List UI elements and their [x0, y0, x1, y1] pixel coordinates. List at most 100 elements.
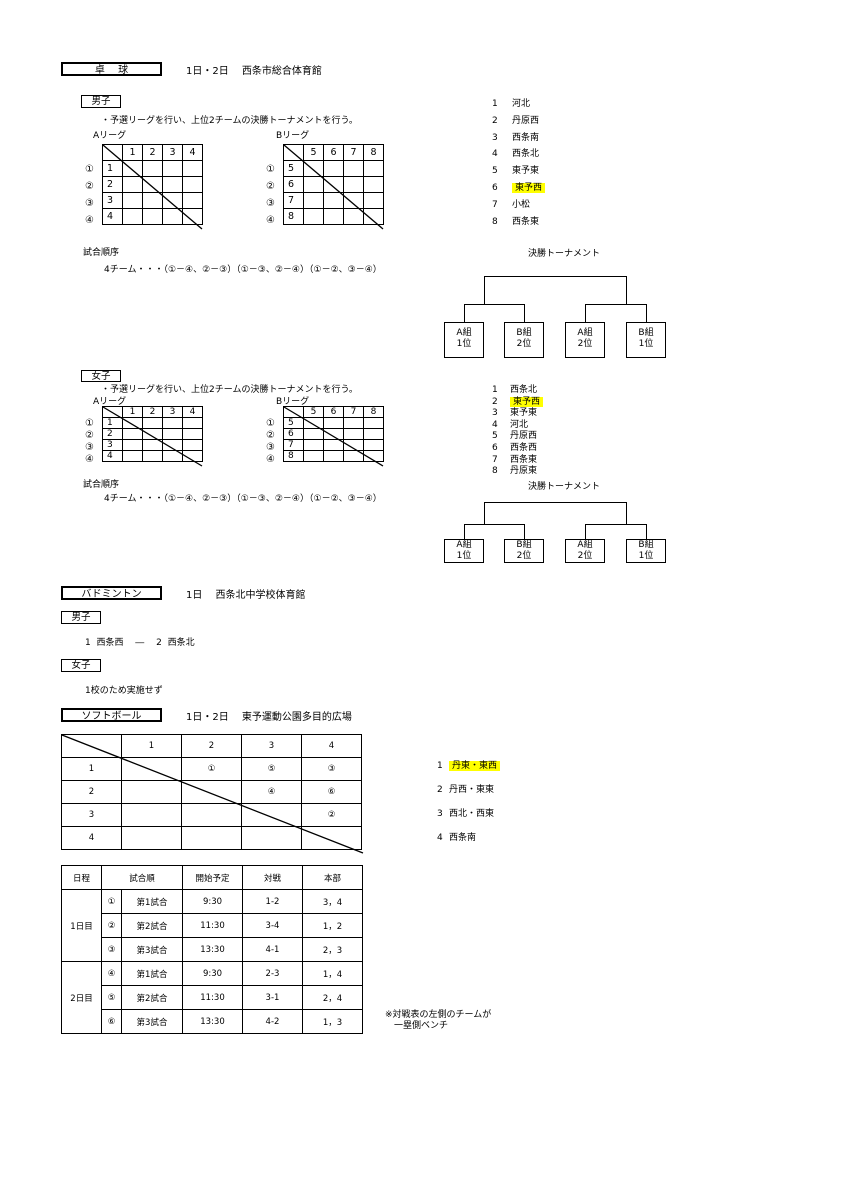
team-number: 6: [492, 183, 498, 193]
game-hq: 1，3: [302, 1009, 363, 1034]
game-match: 3-4: [242, 913, 303, 938]
row-order-mark: ③: [266, 442, 275, 453]
row-order-mark: ③: [85, 197, 94, 209]
tt-boys-description: ・予選リーグを行い、上位2チームの決勝トーナメントを行う。: [101, 116, 358, 126]
bracket-rank: 1位: [638, 339, 654, 349]
result-cell: [303, 439, 324, 451]
game-hq: 3，4: [302, 889, 363, 914]
league-grid: 56785678: [283, 144, 384, 225]
row-header: 8: [283, 450, 304, 462]
result-cell: [343, 428, 364, 440]
col-header: 1: [121, 734, 182, 758]
header-hq: 本部: [302, 865, 363, 890]
result-cell: [142, 428, 163, 440]
tt-girls-order-label: 試合順序: [83, 480, 120, 490]
result-cell: [142, 208, 163, 225]
row-order-mark: ②: [266, 430, 275, 441]
row-order-mark: ④: [85, 214, 94, 226]
result-cell: [323, 176, 344, 193]
matrix-cell: [121, 826, 182, 850]
badminton-girls-note: 1校のため実施せず: [85, 686, 163, 696]
matrix-cell: [181, 803, 242, 827]
softball-matrix: 1 2 3 4 1 ① ⑤ ③ 2 ④ ⑥ 3 ② 4: [61, 734, 362, 850]
col-header: 8: [363, 144, 384, 161]
team-name: 西条南: [449, 833, 477, 843]
game-time: 9:30: [182, 889, 243, 914]
row-order-mark: ③: [85, 442, 94, 453]
result-cell: [122, 176, 143, 193]
matrix-cell: [121, 757, 182, 781]
bracket-line: [626, 502, 627, 524]
bracket-slot: B組 1位: [626, 539, 666, 563]
result-cell: [363, 176, 384, 193]
result-cell: [343, 208, 364, 225]
matrix-cell: [241, 803, 302, 827]
team-name: 河北: [512, 99, 531, 109]
col-header: 2: [181, 734, 242, 758]
matrix-cell: ③: [301, 757, 362, 781]
result-cell: [142, 160, 163, 177]
team-number: 8: [492, 466, 498, 477]
game-mark: ⑥: [101, 1009, 122, 1034]
result-cell: [182, 450, 203, 462]
game-hq: 2，3: [302, 937, 363, 962]
result-cell: [162, 160, 183, 177]
table-tennis-title: 卓 球: [61, 62, 162, 76]
tt-boys-order-label: 試合順序: [83, 248, 120, 258]
result-cell: [343, 417, 364, 429]
result-cell: [142, 176, 163, 193]
bracket-line: [484, 276, 485, 304]
result-cell: [122, 160, 143, 177]
row-order-mark: ②: [85, 430, 94, 441]
row-header: 5: [283, 417, 304, 429]
team-number: 2: [492, 115, 498, 126]
team-entry: 6 東予西: [492, 180, 546, 193]
team-name: 小松: [512, 199, 531, 210]
game-name: 第2試合: [121, 913, 183, 938]
team-name: 丹西・東東: [449, 785, 495, 795]
result-cell: [343, 176, 364, 193]
row-header: 6: [283, 428, 304, 440]
row-header: 4: [102, 450, 123, 462]
row-header: 3: [61, 803, 122, 827]
result-cell: [182, 160, 203, 177]
result-cell: [363, 208, 384, 225]
result-cell: [303, 160, 324, 177]
bracket-rank: 2位: [577, 551, 593, 561]
row-header: 1: [102, 160, 123, 177]
tt-boys-label: 男子: [81, 95, 121, 108]
game-name: 第2試合: [121, 985, 183, 1010]
badminton-title: バドミントン: [61, 586, 162, 600]
row-header: 7: [283, 192, 304, 209]
result-cell: [303, 428, 324, 440]
game-time: 11:30: [182, 985, 243, 1010]
row-order-mark: ③: [266, 197, 275, 209]
bracket-line: [524, 524, 525, 539]
team-number: 4: [492, 149, 498, 160]
col-header: 6: [323, 144, 344, 161]
game-mark: ④: [101, 961, 122, 986]
row-header: 4: [61, 826, 122, 850]
result-cell: [162, 450, 183, 462]
game-name: 第1試合: [121, 961, 183, 986]
team-entry: 4 西条北: [492, 146, 539, 159]
matrix-cell: [241, 826, 302, 850]
game-name: 第3試合: [121, 937, 183, 962]
result-cell: [182, 208, 203, 225]
bracket-group: B組: [516, 328, 532, 338]
softball-venue: 1日・2日 東予運動公園多目的広場: [186, 712, 352, 723]
badminton-venue: 1日 西条北中学校体育館: [186, 590, 306, 601]
header-start: 開始予定: [182, 865, 243, 890]
row-order-mark: ①: [266, 418, 275, 429]
col-header: 1: [122, 144, 143, 161]
team-name: 西条東: [512, 216, 540, 227]
result-cell: [122, 417, 143, 429]
corner-cell: [102, 406, 123, 418]
bracket-line: [646, 304, 647, 322]
result-cell: [323, 192, 344, 209]
bracket-rank: 1位: [456, 551, 472, 561]
col-header: 3: [241, 734, 302, 758]
col-header: 3: [162, 406, 183, 418]
result-cell: [303, 176, 324, 193]
result-cell: [323, 208, 344, 225]
